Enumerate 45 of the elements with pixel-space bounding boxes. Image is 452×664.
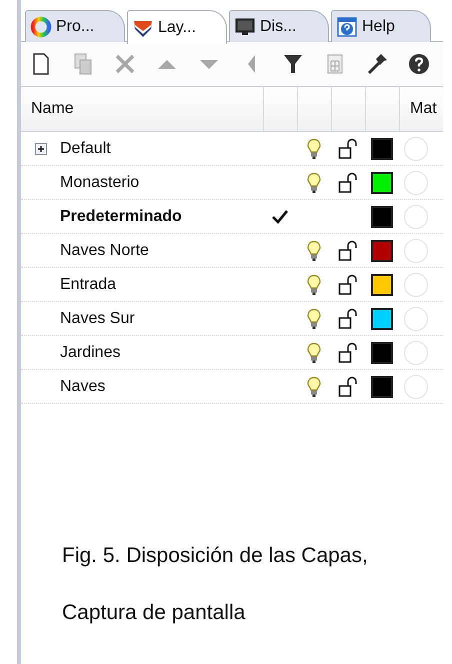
open-padlock-icon[interactable] — [338, 172, 358, 194]
column-header[interactable]: Mat — [399, 87, 443, 131]
lightbulb-icon[interactable] — [306, 240, 322, 262]
layer-name[interactable]: Monasterio — [60, 174, 263, 192]
lightbulb-icon[interactable] — [306, 342, 322, 364]
filter-icon[interactable] — [281, 52, 305, 76]
layer-name[interactable]: Default — [60, 140, 263, 158]
open-padlock-icon[interactable] — [338, 138, 358, 160]
open-padlock-icon[interactable] — [338, 308, 358, 330]
tab[interactable]: Dis... — [229, 10, 329, 42]
open-padlock-icon[interactable] — [338, 240, 358, 262]
lightbulb-icon[interactable] — [306, 172, 322, 194]
layer-name[interactable]: Entrada — [60, 276, 263, 294]
help-icon[interactable] — [407, 52, 431, 76]
column-header[interactable]: Name — [21, 87, 263, 131]
help-icon — [336, 16, 358, 38]
color-swatch[interactable] — [371, 240, 393, 262]
layer-name[interactable]: Naves — [60, 378, 263, 396]
color-swatch[interactable] — [371, 138, 393, 160]
color-swatch[interactable] — [371, 376, 393, 398]
monitor-icon — [234, 16, 256, 38]
color-swatch[interactable] — [371, 308, 393, 330]
open-padlock-icon[interactable] — [338, 342, 358, 364]
hammer-icon[interactable] — [365, 52, 389, 76]
layer-name[interactable]: Naves Norte — [60, 242, 263, 260]
layer-name[interactable]: Jardines — [60, 344, 263, 362]
expand-icon[interactable] — [34, 142, 46, 154]
layer-name[interactable]: Predeterminado — [60, 208, 263, 226]
tab[interactable]: Help — [331, 10, 431, 42]
open-padlock-icon[interactable] — [338, 376, 358, 398]
color-swatch[interactable] — [371, 274, 393, 296]
lightbulb-icon[interactable] — [306, 274, 322, 296]
tab[interactable]: Lay... — [127, 10, 227, 44]
caption-text: Fig. 5. Disposición de las Capas, — [62, 543, 369, 569]
color-swatch[interactable] — [371, 206, 393, 228]
lightbulb-icon[interactable] — [306, 376, 322, 398]
layer-name[interactable]: Naves Sur — [60, 310, 263, 328]
open-padlock-icon[interactable] — [338, 274, 358, 296]
lightbulb-icon[interactable] — [306, 138, 322, 160]
color-swatch[interactable] — [371, 172, 393, 194]
lightbulb-icon[interactable] — [306, 308, 322, 330]
tab[interactable]: Pro... — [25, 10, 125, 42]
color-wheel-icon — [30, 16, 52, 38]
caption-text: Captura de pantalla — [62, 600, 246, 626]
color-swatch[interactable] — [371, 342, 393, 364]
